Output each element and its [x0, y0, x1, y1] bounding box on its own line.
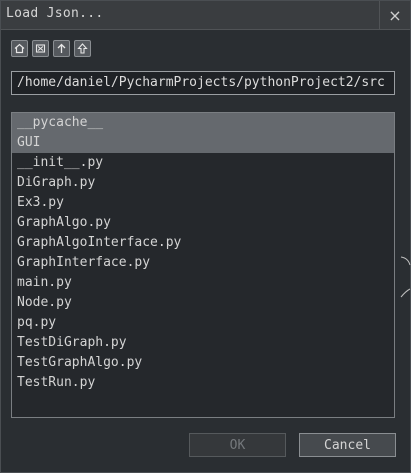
- close-icon: ×: [388, 5, 402, 25]
- file-list-item[interactable]: GUI: [12, 133, 394, 153]
- file-list-item[interactable]: TestGraphAlgo.py: [12, 353, 394, 373]
- delete-icon: [35, 44, 46, 53]
- arrow-up-icon: [57, 43, 66, 53]
- ok-button[interactable]: OK: [189, 433, 286, 457]
- home-button[interactable]: [11, 40, 28, 57]
- path-field[interactable]: /home/daniel/PycharmProjects/pythonProje…: [11, 71, 395, 95]
- file-list-item[interactable]: GraphInterface.py: [12, 253, 394, 273]
- close-button[interactable]: ×: [379, 1, 410, 29]
- file-list[interactable]: __pycache__ GUI __init__.py DiGraph.py Ex3.p…: [11, 112, 395, 418]
- file-list-item[interactable]: TestDiGraph.py: [12, 333, 394, 353]
- file-list-item[interactable]: Ex3.py: [12, 193, 394, 213]
- file-list-item[interactable]: Node.py: [12, 293, 394, 313]
- file-list-item[interactable]: __pycache__: [12, 113, 394, 133]
- file-list-item[interactable]: GraphAlgo.py: [12, 213, 394, 233]
- delete-button[interactable]: [32, 40, 49, 57]
- load-json-dialog: Load Json... × /home/daniel/PycharmProje…: [0, 0, 411, 473]
- parent-dir-icon: [77, 43, 88, 54]
- home-icon: [14, 43, 25, 54]
- dialog-title: Load Json...: [6, 6, 104, 21]
- title-bar[interactable]: Load Json... ×: [1, 1, 410, 30]
- file-list-item[interactable]: pq.py: [12, 313, 394, 333]
- file-toolbar: [11, 40, 91, 57]
- cancel-button[interactable]: Cancel: [299, 433, 396, 457]
- up-button[interactable]: [53, 40, 70, 57]
- file-list-item[interactable]: main.py: [12, 273, 394, 293]
- background-edge-line: [400, 256, 411, 298]
- file-list-item[interactable]: GraphAlgoInterface.py: [12, 233, 394, 253]
- file-list-item[interactable]: DiGraph.py: [12, 173, 394, 193]
- file-list-item[interactable]: TestRun.py: [12, 373, 394, 393]
- parent-directory-button[interactable]: [74, 40, 91, 57]
- file-list-item[interactable]: __init__.py: [12, 153, 394, 173]
